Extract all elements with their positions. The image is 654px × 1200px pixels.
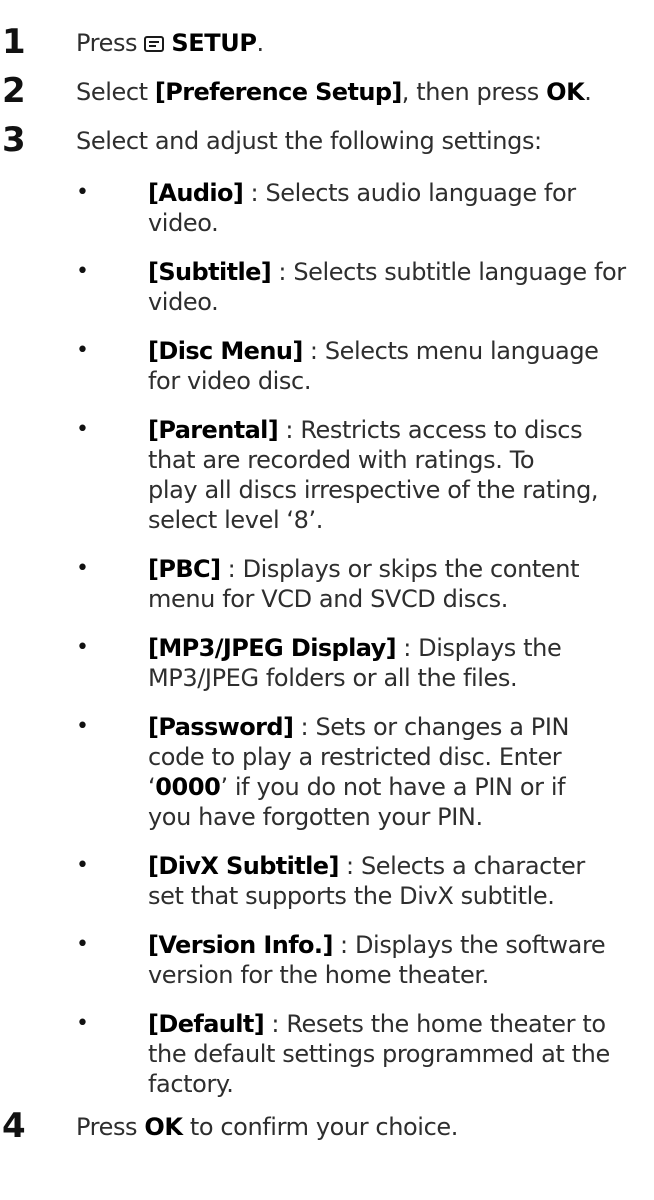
setting-name: [Audio] [148, 179, 244, 207]
setting-desc-line: : Restricts access to discs [278, 416, 583, 444]
setting-desc-line: menu for VCD and SVCD discs. [148, 585, 508, 613]
step-prefix: Press [76, 1113, 145, 1141]
default-pin-code: 0000 [155, 773, 221, 801]
step-text: Press OK to confirm your choice. [76, 1112, 458, 1142]
setting-desc-line: : Sets or changes a PIN [293, 713, 570, 741]
setting-desc-line: that are recorded with ratings. To [148, 446, 535, 474]
setting-desc-line: play all discs irrespective of the ratin… [148, 476, 599, 504]
setting-desc-line: : Displays the [396, 634, 562, 662]
setting-name: [DivX Subtitle] [148, 852, 339, 880]
ok-button-label: OK [546, 78, 585, 106]
step-number: 4 [2, 1106, 26, 1146]
bullet-icon: • [76, 417, 89, 442]
setting-desc-line: video. [148, 288, 219, 316]
setting-desc-line: the default settings programmed at the [148, 1040, 610, 1068]
setting-desc-line: select level ‘8’. [148, 506, 323, 534]
setting-desc-line: : Displays the software [332, 931, 606, 959]
setting-name: [Subtitle] [148, 258, 272, 286]
setting-desc-line: : Resets the home theater to [264, 1010, 606, 1038]
step-text: Select [Preference Setup], then press OK… [76, 77, 592, 107]
setting-name: [MP3/JPEG Display] [148, 634, 397, 662]
step-text: Press SETUP. [76, 28, 264, 58]
bullet-icon: • [76, 635, 89, 660]
setup-menu-icon [144, 36, 165, 52]
step-text: Select and adjust the following settings… [76, 127, 542, 155]
step-prefix: Select [76, 78, 155, 106]
setting-desc-line: set that supports the DivX subtitle. [148, 882, 555, 910]
setup-button-label: SETUP [171, 29, 257, 57]
setting-name: [Default] [148, 1010, 265, 1038]
setting-desc-line: : Selects menu language [302, 337, 599, 365]
step-middle: , then press [401, 78, 547, 106]
setting-name: [Password] [148, 713, 294, 741]
bullet-icon: • [76, 1011, 89, 1036]
bullet-icon: • [76, 180, 89, 205]
setting-desc-line: factory. [148, 1070, 234, 1098]
instruction-page: 1 Press SETUP. 2 Select [Preference Setu… [0, 0, 654, 1200]
bullet-icon: • [76, 714, 89, 739]
setting-desc-line: MP3/JPEG folders or all the files. [148, 664, 518, 692]
setting-name: [Disc Menu] [148, 337, 303, 365]
step-suffix: . [584, 78, 592, 106]
ok-button-label: OK [144, 1113, 183, 1141]
setting-desc-line: video. [148, 209, 219, 237]
setting-desc-line: for video disc. [148, 367, 312, 395]
setting-desc-line: : Selects audio language for [243, 179, 577, 207]
setting-desc-line: ’ if you do not have a PIN or if [220, 773, 566, 801]
bullet-icon: • [76, 853, 89, 878]
setting-desc-line: you have forgotten your PIN. [148, 803, 483, 831]
setting-name: [PBC] [148, 555, 221, 583]
step-prefix: Press [76, 29, 145, 57]
setting-name: [Parental] [148, 416, 279, 444]
step-number: 3 [2, 120, 26, 160]
setting-desc-line: code to play a restricted disc. Enter [148, 743, 562, 771]
setting-desc-line: : Displays or skips the content [220, 555, 580, 583]
setting-desc-line: version for the home theater. [148, 961, 489, 989]
setting-desc-line: : Selects subtitle language for [271, 258, 626, 286]
step-number: 2 [2, 71, 26, 111]
preference-setup-option: [Preference Setup] [154, 78, 403, 106]
setting-name: [Version Info.] [148, 931, 333, 959]
bullet-icon: • [76, 259, 89, 284]
step-suffix: to confirm your choice. [182, 1113, 459, 1141]
setting-desc-line: : Selects a character [338, 852, 585, 880]
bullet-icon: • [76, 932, 89, 957]
bullet-icon: • [76, 338, 89, 363]
step-suffix: . [256, 29, 265, 57]
step-number: 1 [2, 22, 26, 62]
bullet-icon: • [76, 556, 89, 581]
